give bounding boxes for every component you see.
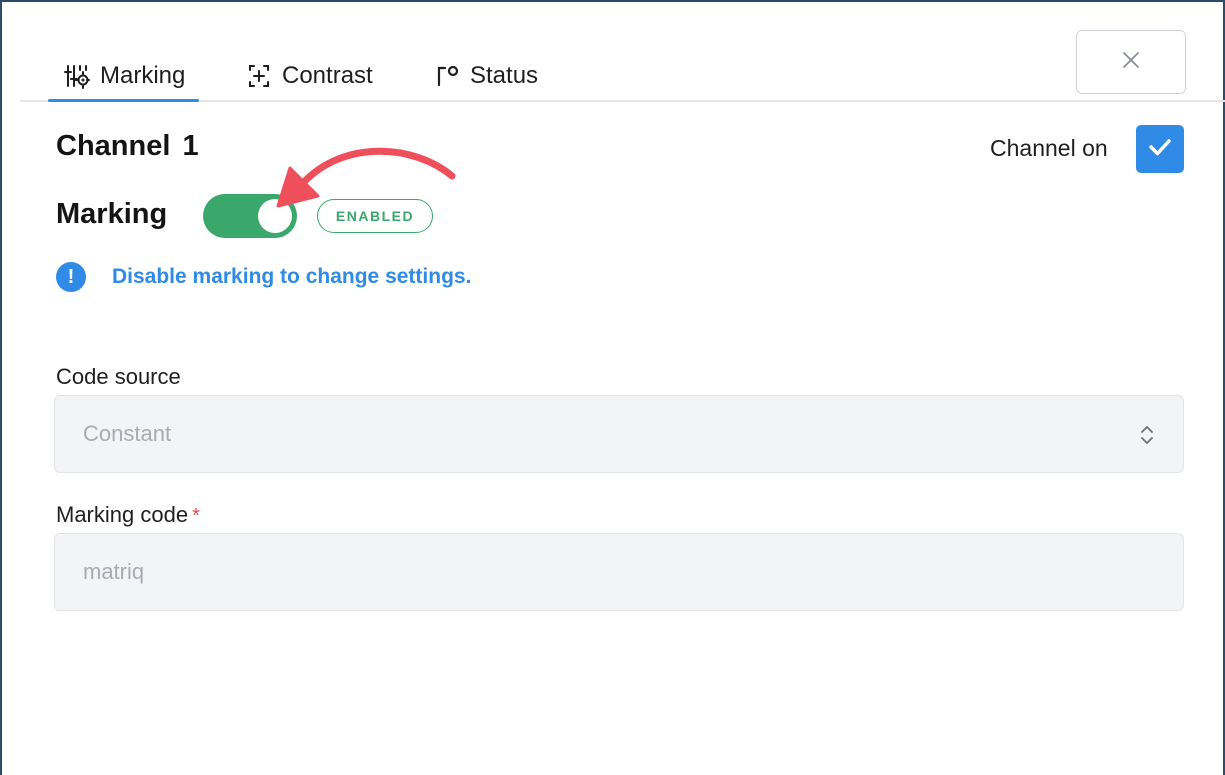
marking-label: Marking — [56, 198, 168, 230]
tab-marking[interactable]: Marking — [47, 52, 200, 102]
exclamation-icon: ! — [56, 262, 86, 292]
tab-contrast-label: Contrast — [282, 62, 373, 89]
sliders-gear-icon — [64, 63, 90, 89]
tab-contrast[interactable]: Contrast — [246, 52, 373, 100]
channel-title: Channel 1 — [56, 130, 199, 162]
marking-code-value: matriq — [83, 559, 145, 584]
status-bracket-icon — [434, 63, 460, 89]
dialog-frame: Marking Contrast Status Channel 1 Channe… — [0, 0, 1225, 775]
channel-on-label: Channel on — [990, 135, 1108, 161]
tab-marking-label: Marking — [100, 62, 186, 89]
tab-status[interactable]: Status — [434, 52, 538, 100]
marking-code-label-text: Marking code — [56, 502, 189, 527]
code-source-value: Constant — [83, 421, 172, 446]
marking-code-label: Marking code * — [56, 502, 200, 528]
required-asterisk: * — [192, 505, 200, 527]
code-source-label: Code source — [56, 364, 181, 389]
select-arrows-icon — [1139, 422, 1155, 454]
close-icon — [1120, 49, 1142, 76]
close-button[interactable] — [1076, 30, 1186, 94]
info-message: Disable marking to change settings. — [112, 265, 472, 288]
code-source-select[interactable]: Constant — [54, 395, 1184, 473]
annotation-arrow-icon — [264, 138, 456, 219]
channel-on-checkbox[interactable] — [1136, 125, 1184, 173]
contrast-plus-icon — [246, 63, 272, 89]
marking-code-input[interactable]: matriq — [54, 533, 1184, 611]
tab-status-label: Status — [470, 62, 539, 89]
checkmark-icon — [1145, 132, 1175, 167]
tab-bar: Marking Contrast Status — [20, 42, 1225, 102]
